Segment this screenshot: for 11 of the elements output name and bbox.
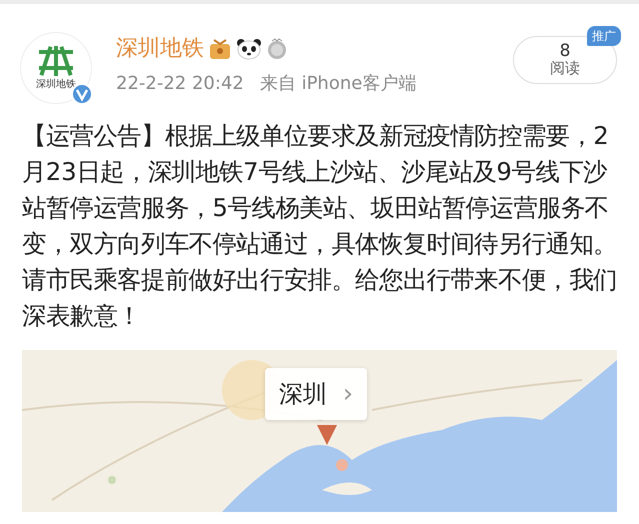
- medal-icon: [266, 38, 288, 60]
- gift-icon: [208, 38, 232, 60]
- location-popup[interactable]: 深圳 ›: [265, 368, 367, 420]
- post-text: 【运营公告】根据上级单位要求及新冠疫情防控需要，2月23日起，深圳地铁7号线上沙站、沙尾站及9号线下沙站暂停运营服务，5号线杨美站、坂田站暂停运营服务不变，双方向列车不停站通过，具体恢复时间待另行通知。请市民乘客提前做好出行安排。给您出行带来不便，我们深表歉意！: [21, 120, 618, 332]
- avatar[interactable]: 深圳地铁: [20, 32, 92, 104]
- promo-badge: 推广: [587, 26, 621, 46]
- avatar-text: 深圳地铁: [36, 80, 76, 90]
- post-source: 来自 iPhone客户端: [260, 73, 416, 94]
- post-date: 22-2-22 20:42: [116, 73, 244, 94]
- panda-icon: [236, 38, 262, 60]
- metro-logo-icon: [39, 46, 73, 76]
